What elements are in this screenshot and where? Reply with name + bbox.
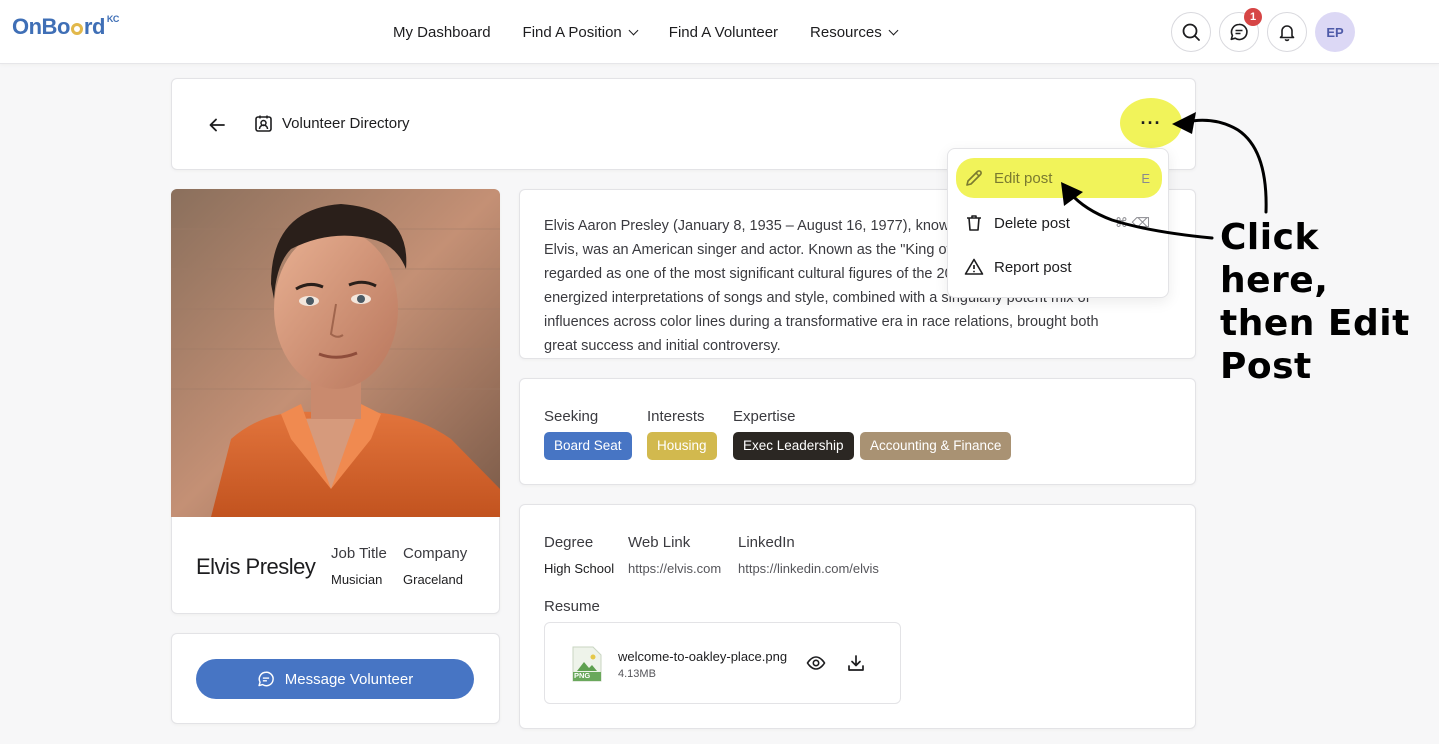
annotation-line: Click here, — [1220, 217, 1329, 301]
annotation-callout: Click here, then Edit Post — [1220, 216, 1439, 388]
annotation-line: then Edit — [1220, 303, 1410, 344]
annotation-line: Post — [1220, 346, 1312, 387]
